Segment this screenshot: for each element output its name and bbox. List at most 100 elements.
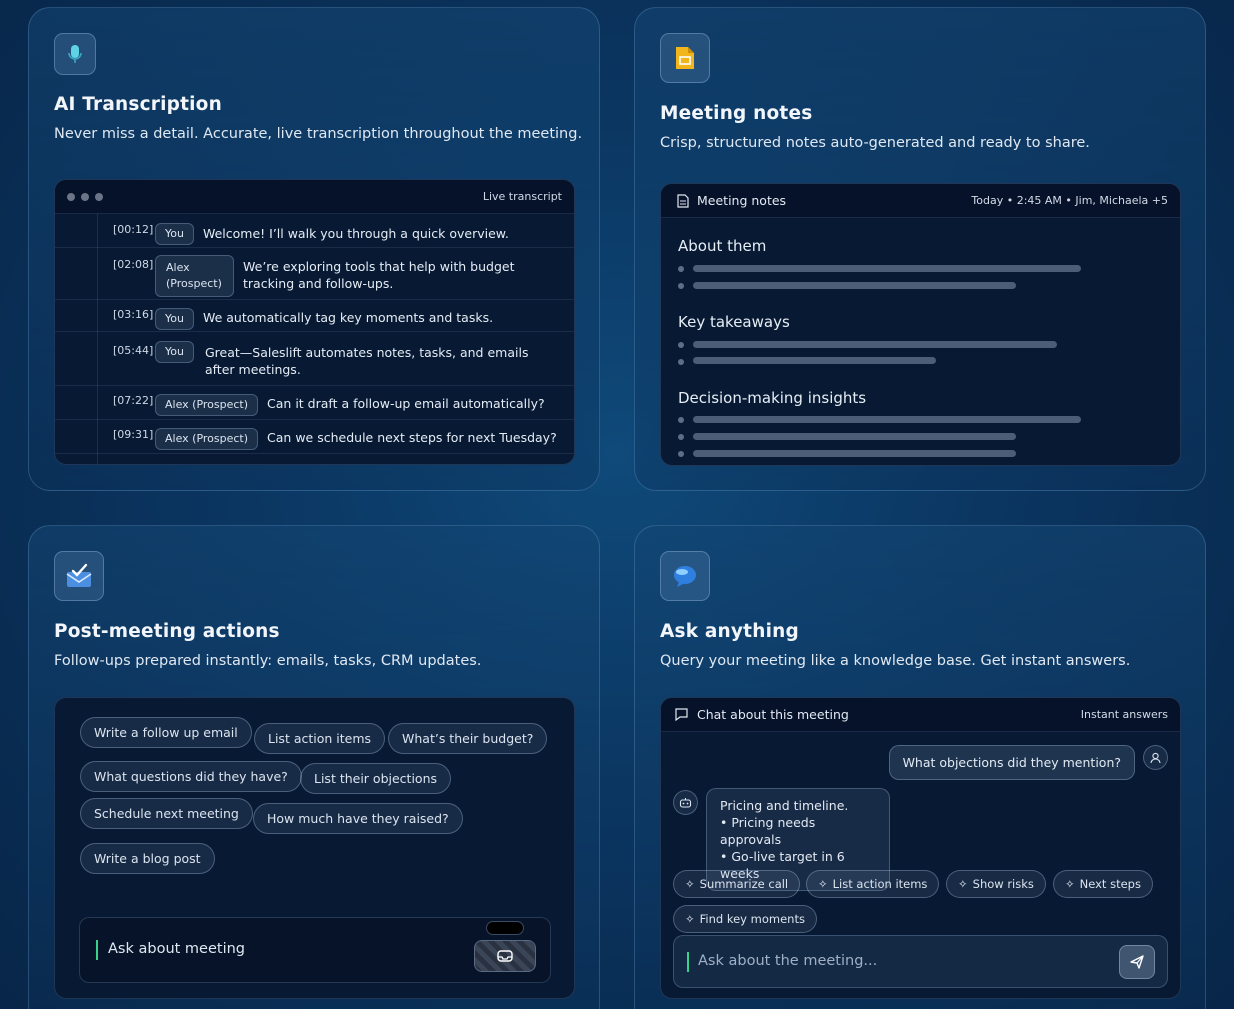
sparkle-icon: ✧: [685, 912, 695, 926]
transcript-text: We’re exploring tools that help with bud…: [243, 259, 515, 291]
bot-message-line: Pricing and timeline.: [720, 798, 849, 813]
transcript-header: Live transcript: [55, 180, 574, 214]
quick-action-chip[interactable]: ✧ List action items: [806, 870, 940, 898]
chat-header: Chat about this meeting Instant answers: [661, 698, 1180, 732]
mail-check-icon: [54, 551, 104, 601]
prompt-chip[interactable]: Schedule next meeting: [80, 798, 253, 829]
quick-action-chip[interactable]: ✧ Next steps: [1053, 870, 1153, 898]
speaker-badge: Alex (Prospect): [155, 428, 259, 450]
window-dot: [95, 192, 103, 201]
transcript-text: Can we schedule next steps for next Tues…: [267, 430, 557, 445]
bullet: [678, 417, 684, 423]
timestamp: [05:44]: [113, 344, 154, 357]
send-button[interactable]: [1119, 945, 1155, 979]
placeholder-line: [693, 450, 1016, 457]
placeholder-line: [693, 357, 936, 364]
bullet: [678, 283, 684, 289]
speaker-badge: You: [155, 341, 194, 363]
sparkle-icon: ✧: [818, 877, 828, 891]
transcript-row: [09:31] Alex (Prospect) Can we schedule …: [55, 420, 574, 454]
timestamp: [07:22]: [113, 394, 154, 407]
document-icon: [677, 193, 689, 208]
live-transcript-panel: Live transcript [00:12] You Welcome! I’l…: [54, 179, 575, 465]
card-title: Post-meeting actions: [54, 621, 280, 642]
notes-header: Meeting notes Today • 2:45 AM • Jim, Mic…: [661, 184, 1180, 218]
card-subtitle: Crisp, structured notes auto-generated a…: [660, 135, 1090, 151]
post-meeting-actions-card: Post-meeting actions Follow-ups prepared…: [28, 525, 600, 1009]
chat-input[interactable]: Ask about the meeting...: [673, 935, 1168, 988]
speaker-badge: Alex (Prospect): [155, 394, 259, 416]
window-dot: [67, 192, 75, 201]
quick-action-label: Summarize call: [699, 877, 789, 891]
prompt-chip[interactable]: What’s their budget?: [388, 723, 548, 754]
notes-section-heading: Decision-making insights: [678, 389, 867, 407]
notes-section-heading: Key takeaways: [678, 313, 790, 331]
quick-action-chip[interactable]: ✧ Summarize call: [673, 870, 801, 898]
quick-action-label: Show risks: [972, 877, 1034, 891]
inbox-icon: [497, 950, 513, 962]
transcript-row: [05:44] You Great—Saleslift automates no…: [55, 332, 574, 386]
chat-panel: Chat about this meeting Instant answers …: [660, 697, 1181, 999]
user-avatar-icon: [1143, 745, 1168, 770]
timestamp: [09:31]: [113, 428, 154, 441]
speaker-badge: You: [155, 308, 194, 330]
card-subtitle: Follow-ups prepared instantly: emails, t…: [54, 653, 482, 669]
card-subtitle: Query your meeting like a knowledge base…: [660, 653, 1131, 669]
placeholder-line: [693, 282, 1016, 289]
bullet: [678, 451, 684, 457]
sparkle-icon: ✧: [1065, 877, 1075, 891]
text-caret: [687, 952, 689, 972]
quick-action-label: Next steps: [1079, 877, 1141, 891]
bullet: [678, 359, 684, 365]
user-message: What objections did they mention?: [888, 745, 1135, 780]
instant-answers-label: Instant answers: [1080, 708, 1168, 721]
toggle-switch[interactable]: [486, 921, 524, 935]
prompt-chip[interactable]: List their objections: [300, 763, 451, 794]
notes-meta: Today • 2:45 AM • Jim, Michaela +5: [971, 194, 1168, 207]
meeting-notes-card: Meeting notes Crisp, structured notes au…: [634, 7, 1206, 491]
quick-action-chip[interactable]: ✧ Find key moments: [673, 905, 817, 933]
ask-anything-card: Ask anything Query your meeting like a k…: [634, 525, 1206, 1009]
bullet: [678, 434, 684, 440]
transcript-text: Can it draft a follow-up email automatic…: [267, 396, 545, 411]
placeholder-line: [693, 265, 1081, 272]
prompt-chip[interactable]: What questions did they have?: [80, 761, 302, 792]
window-dot: [81, 192, 89, 201]
timestamp: [00:12]: [113, 223, 154, 236]
placeholder-line: [693, 433, 1016, 440]
sparkle-icon: ✧: [958, 877, 968, 891]
send-icon: [1130, 955, 1144, 969]
quick-action-chip[interactable]: ✧ Show risks: [946, 870, 1046, 898]
prompt-chip[interactable]: Write a follow up email: [80, 717, 252, 748]
card-title: AI Transcription: [54, 94, 222, 115]
chat-panel-label: Chat about this meeting: [697, 707, 849, 722]
transcript-body[interactable]: [00:12] You Welcome! I’ll walk you throu…: [55, 214, 574, 464]
inbox-button[interactable]: [474, 940, 536, 972]
prompt-chip[interactable]: List action items: [254, 723, 386, 754]
sparkle-icon: ✧: [685, 877, 695, 891]
transcript-row: [03:16] You We automatically tag key mom…: [55, 300, 574, 332]
chat-bubble-icon: [675, 708, 688, 721]
speaker-badge: You: [155, 223, 194, 245]
bot-message-line: • Pricing needs approvals: [720, 815, 816, 847]
slides-icon: [660, 33, 710, 83]
bullet: [678, 342, 684, 348]
ai-transcription-card: AI Transcription Never miss a detail. Ac…: [28, 7, 600, 491]
quick-action-label: Find key moments: [699, 912, 805, 926]
ask-meeting-text: Ask about meeting: [108, 941, 245, 957]
timestamp: [03:16]: [113, 308, 154, 321]
notes-panel-label: Meeting notes: [697, 193, 787, 208]
prompt-chip[interactable]: Write a blog post: [80, 843, 215, 874]
card-title: Ask anything: [660, 621, 799, 642]
transcript-text: Welcome! I’ll walk you through a quick o…: [202, 226, 509, 241]
window-dots: [67, 192, 103, 201]
ask-meeting-input[interactable]: Ask about meeting: [79, 917, 551, 983]
card-subtitle: Never miss a detail. Accurate, live tran…: [54, 126, 583, 142]
placeholder-line: [693, 416, 1081, 423]
speaker-badge: Alex (Prospect): [155, 255, 234, 297]
quick-action-label: List action items: [832, 877, 928, 891]
live-transcript-label: Live transcript: [482, 190, 562, 203]
prompt-chip[interactable]: How much have they raised?: [253, 803, 463, 834]
globe-chat-icon: [660, 551, 710, 601]
microphone-icon: [54, 33, 96, 75]
